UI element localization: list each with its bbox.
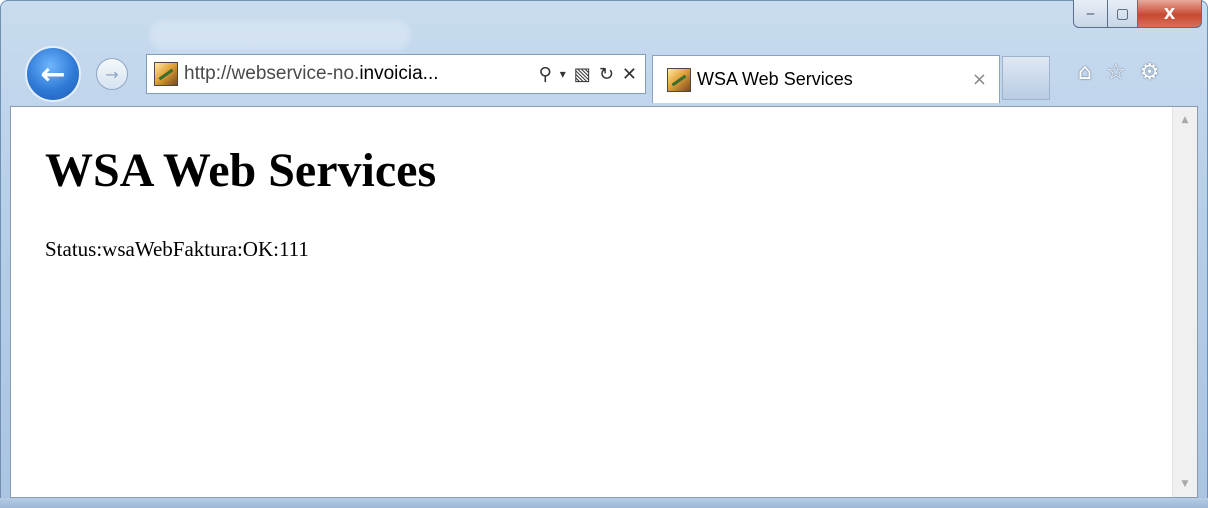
refresh-icon[interactable]: ↻ <box>599 64 614 85</box>
back-button[interactable]: ← <box>25 46 81 102</box>
forward-arrow-icon: → <box>105 64 119 84</box>
title-bar-glow <box>150 20 410 50</box>
favorites-star-icon[interactable]: ☆ <box>1106 60 1126 85</box>
tab-favicon-icon <box>667 67 691 92</box>
compatibility-view-icon[interactable]: ▧ <box>574 64 591 85</box>
maximize-icon: ▢ <box>1115 5 1130 22</box>
tab-close-icon[interactable]: × <box>972 69 987 90</box>
tab-wsa-web-services[interactable]: WSA Web Services × <box>652 55 1000 103</box>
address-bar[interactable]: http://webservice-no.invoicia... ⚲ ▾ ▧ ↻… <box>146 54 646 94</box>
toolbar-icons: ⌂ ☆ ⚙ <box>1078 60 1159 85</box>
tab-label: WSA Web Services <box>697 69 853 89</box>
window-caption-buttons: ‒ ▢ X <box>1073 0 1202 28</box>
search-icon[interactable]: ⚲ <box>539 64 552 85</box>
page-title: WSA Web Services <box>45 144 437 197</box>
home-icon[interactable]: ⌂ <box>1078 60 1092 85</box>
new-tab-button[interactable] <box>1002 56 1050 100</box>
status-text: Status:wsaWebFaktura:OK:111 <box>45 237 309 261</box>
url-text[interactable]: http://webservice-no.invoicia... <box>184 63 439 85</box>
scroll-up-icon[interactable]: ▲ <box>1173 115 1197 125</box>
dropdown-icon[interactable]: ▾ <box>560 67 566 81</box>
close-window-button[interactable]: X <box>1138 0 1202 28</box>
page-viewport: WSA Web Services Status:wsaWebFaktura:OK… <box>10 106 1198 498</box>
site-favicon-icon <box>154 62 178 86</box>
window-bottom-frame <box>0 498 1208 508</box>
stop-icon[interactable]: ✕ <box>622 64 637 85</box>
minimize-button[interactable]: ‒ <box>1073 0 1108 28</box>
maximize-button[interactable]: ▢ <box>1108 0 1138 28</box>
tools-gear-icon[interactable]: ⚙ <box>1140 60 1160 85</box>
forward-button[interactable]: → <box>96 58 128 90</box>
scroll-down-icon[interactable]: ▼ <box>1173 479 1197 489</box>
vertical-scrollbar[interactable]: ▲ ▼ <box>1172 107 1197 497</box>
url-prefix: http://webservice-no. <box>184 63 360 84</box>
page-content: WSA Web Services Status:wsaWebFaktura:OK… <box>11 107 1172 497</box>
url-host: invoicia... <box>359 63 439 84</box>
browser-window: ‒ ▢ X ← → http://webservice-no.invoicia.… <box>0 0 1208 508</box>
address-bar-icons: ⚲ ▾ ▧ ↻ ✕ <box>539 64 645 85</box>
back-arrow-icon: ← <box>40 56 66 92</box>
minimize-icon: ‒ <box>1086 5 1095 22</box>
close-icon: X <box>1163 4 1176 23</box>
